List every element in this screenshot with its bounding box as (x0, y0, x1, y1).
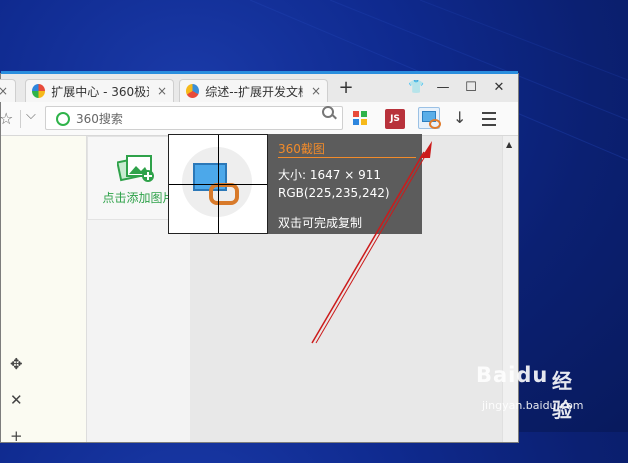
tab-close-icon[interactable]: × (157, 84, 167, 98)
screenshot-info-panel: 360截图 大小: 1647 × 911 RGB(225,235,242) 双击… (268, 134, 422, 234)
magnifier-preview (168, 134, 268, 234)
tab-close-icon[interactable]: × (0, 84, 8, 98)
scrollbar[interactable]: ▲ (502, 136, 518, 442)
scissors-icon (209, 183, 239, 205)
side-tools: ✥ ✕ + (10, 355, 23, 463)
divider (20, 110, 21, 128)
watermark-brand: Baidu (476, 363, 549, 387)
copy-hint: 双击可完成复制 (278, 216, 363, 230)
minimize-button[interactable]: — (436, 80, 450, 95)
tab-docs[interactable]: 综述--扩展开发文档 × (179, 79, 328, 102)
close-button[interactable]: ✕ (492, 80, 506, 95)
watermark-text: 经验 (552, 369, 572, 422)
tab-label: 综述--扩展开发文档 (205, 84, 303, 99)
skin-icon[interactable]: 👕 (408, 80, 424, 95)
search-input[interactable] (74, 109, 288, 129)
watermark-url: jingyan.baidu.com (482, 399, 584, 412)
title-underline (278, 157, 416, 158)
menu-icon[interactable] (482, 112, 496, 130)
tab-partial[interactable]: × (0, 79, 16, 102)
window-controls: 👕 — ☐ ✕ (408, 80, 506, 95)
screenshot-tool-title: 360截图 (278, 142, 325, 156)
search-icon[interactable] (322, 106, 334, 118)
selection-size: 大小: 1647 × 911 (278, 168, 381, 182)
tab-extension-center[interactable]: 扩展中心 - 360极速浏览器 × (25, 79, 174, 102)
new-tab-button[interactable]: + (338, 79, 354, 97)
tab-close-icon[interactable]: × (311, 84, 321, 98)
maximize-button[interactable]: ☐ (464, 80, 478, 95)
scroll-up-arrow-icon[interactable]: ▲ (506, 140, 512, 149)
crosshair-vertical (218, 135, 219, 233)
tab-bar: × 扩展中心 - 360极速浏览器 × 综述--扩展开发文档 × + 👕 — ☐… (0, 74, 518, 102)
browser-window: × 扩展中心 - 360极速浏览器 × 综述--扩展开发文档 × + 👕 — ☐… (0, 71, 519, 443)
star-icon[interactable]: ☆ (0, 109, 13, 128)
pixel-color: RGB(225,235,242) (278, 186, 390, 200)
pinwheel-icon (186, 84, 200, 98)
plus-icon[interactable]: + (10, 427, 23, 463)
screenshot-extension-icon[interactable] (418, 107, 441, 129)
tab-label: 扩展中心 - 360极速浏览器 (51, 84, 149, 99)
chevron-down-icon[interactable]: ⌵ (26, 108, 36, 123)
search-engine-icon (56, 112, 70, 126)
toolbar: ☆ ⌵ JS ↓ (0, 102, 518, 136)
search-box[interactable] (45, 106, 343, 130)
js-extension-icon[interactable]: JS (385, 109, 405, 129)
browser-logo-icon (32, 84, 46, 98)
close-icon[interactable]: ✕ (10, 391, 23, 427)
scissors-icon (429, 119, 441, 129)
move-icon[interactable]: ✥ (10, 355, 23, 391)
app-grid-icon[interactable] (353, 111, 367, 125)
download-icon[interactable]: ↓ (453, 108, 466, 127)
add-image-icon (117, 155, 154, 182)
